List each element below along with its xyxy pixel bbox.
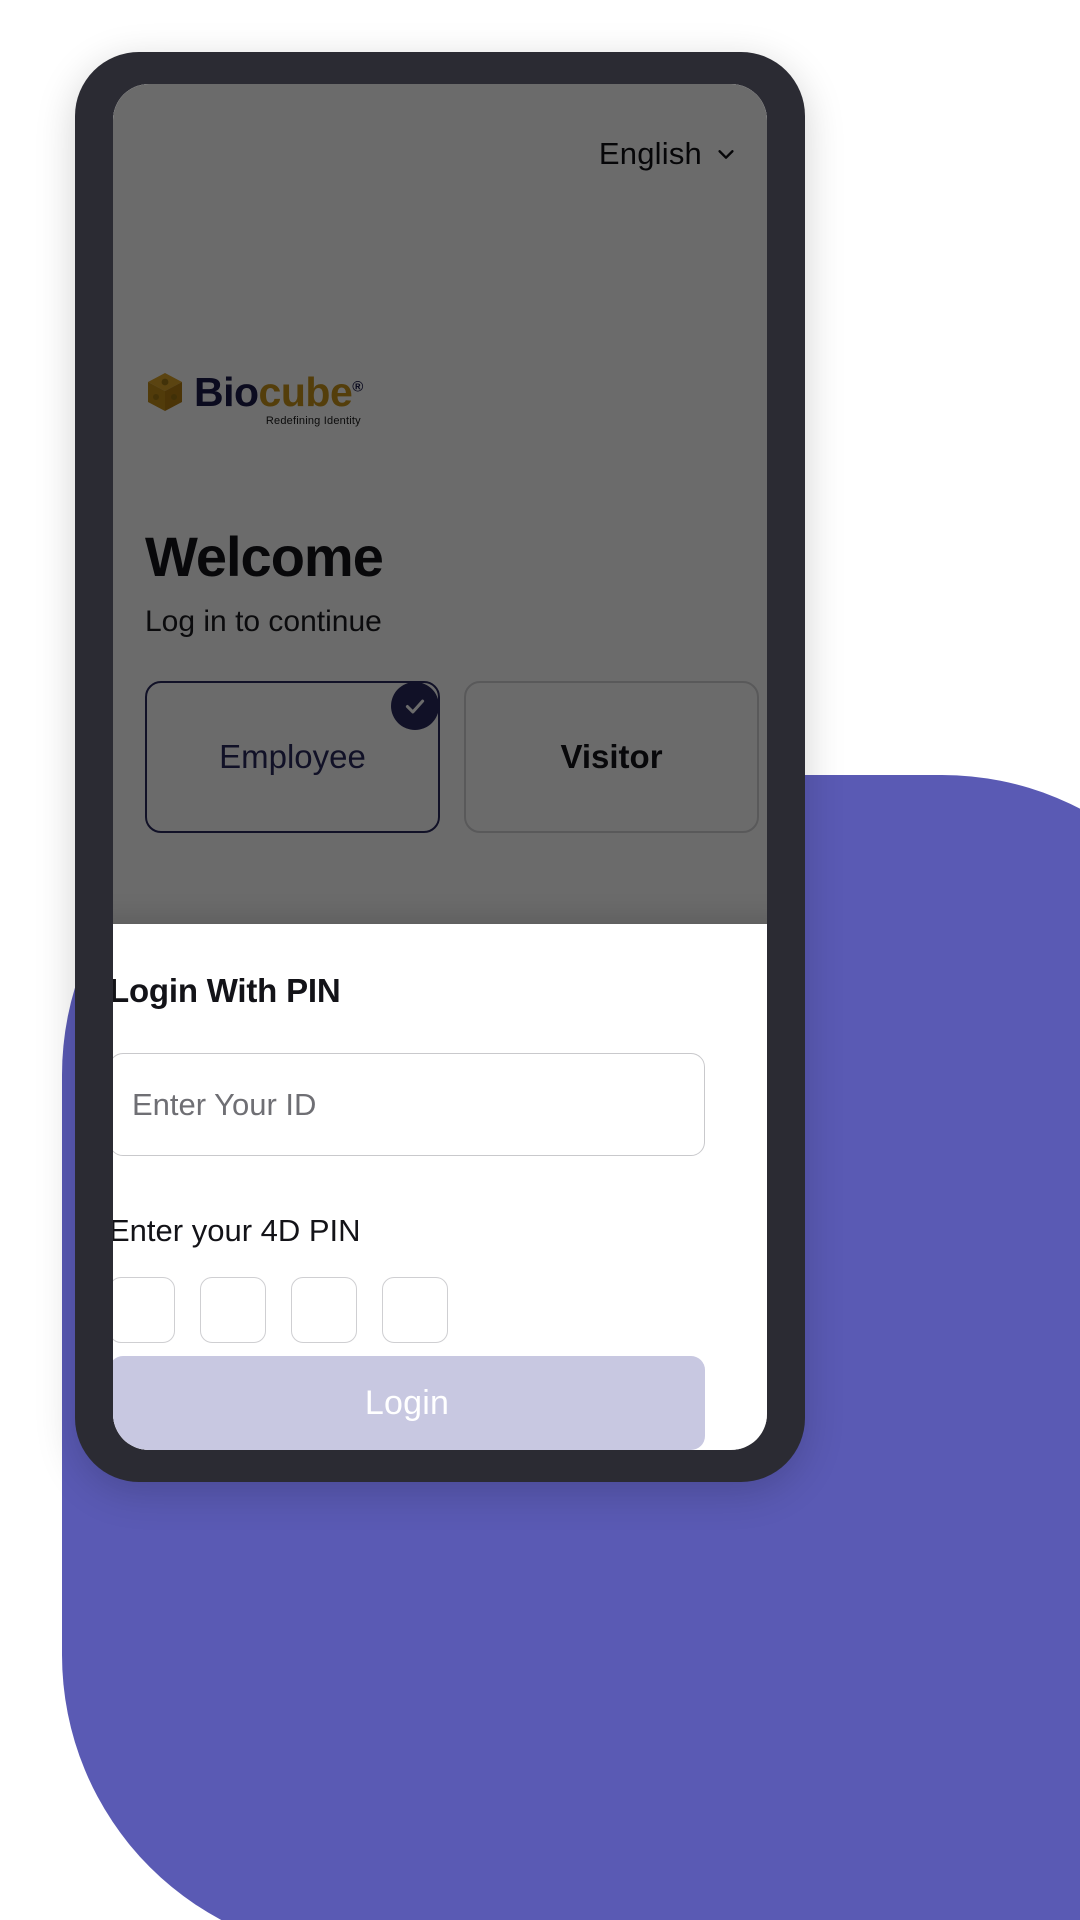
login-submit-label: Login	[364, 1383, 450, 1422]
pin-input-group	[113, 1277, 767, 1343]
page-title: Welcome	[145, 525, 384, 588]
pin-label: Enter your 4D PIN	[113, 1213, 361, 1248]
phone-mockup-frame: English Biocube® Redefining Identity Wel…	[75, 52, 805, 1482]
sheet-title: Login With PIN	[113, 972, 341, 1009]
user-id-placeholder: Enter Your ID	[132, 1086, 317, 1122]
phone-screen: English Biocube® Redefining Identity Wel…	[113, 84, 767, 1450]
cube-logo-icon	[145, 371, 185, 413]
chevron-down-icon	[715, 143, 737, 165]
pin-digit-box[interactable]	[382, 1277, 448, 1343]
role-label-visitor: Visitor	[560, 738, 663, 775]
role-selector: Employee Visitor	[145, 681, 759, 833]
brand-name-primary: Bio	[194, 369, 259, 415]
login-submit-button[interactable]: Login	[113, 1356, 705, 1450]
pin-digit-box[interactable]	[113, 1277, 175, 1343]
screenshot-stage: English Biocube® Redefining Identity Wel…	[0, 0, 1080, 1920]
role-option-visitor[interactable]: Visitor	[464, 681, 759, 833]
user-id-field[interactable]: Enter Your ID	[113, 1053, 705, 1156]
registered-trademark-icon: ®	[352, 378, 363, 396]
role-label-employee: Employee	[219, 738, 366, 775]
login-bottom-sheet: Login With PIN Enter Your ID Enter your …	[113, 924, 767, 1450]
brand-logo: Biocube® Redefining Identity	[145, 371, 363, 427]
language-label: English	[598, 136, 702, 171]
check-circle-icon	[391, 682, 439, 730]
brand-name-secondary: cube	[258, 369, 353, 415]
language-selector[interactable]: English	[599, 136, 737, 172]
brand-tagline: Redefining Identity	[265, 415, 361, 427]
pin-digit-box[interactable]	[291, 1277, 357, 1343]
pin-digit-box[interactable]	[200, 1277, 266, 1343]
role-option-employee[interactable]: Employee	[145, 681, 440, 833]
page-subtitle: Log in to continue	[145, 605, 382, 638]
